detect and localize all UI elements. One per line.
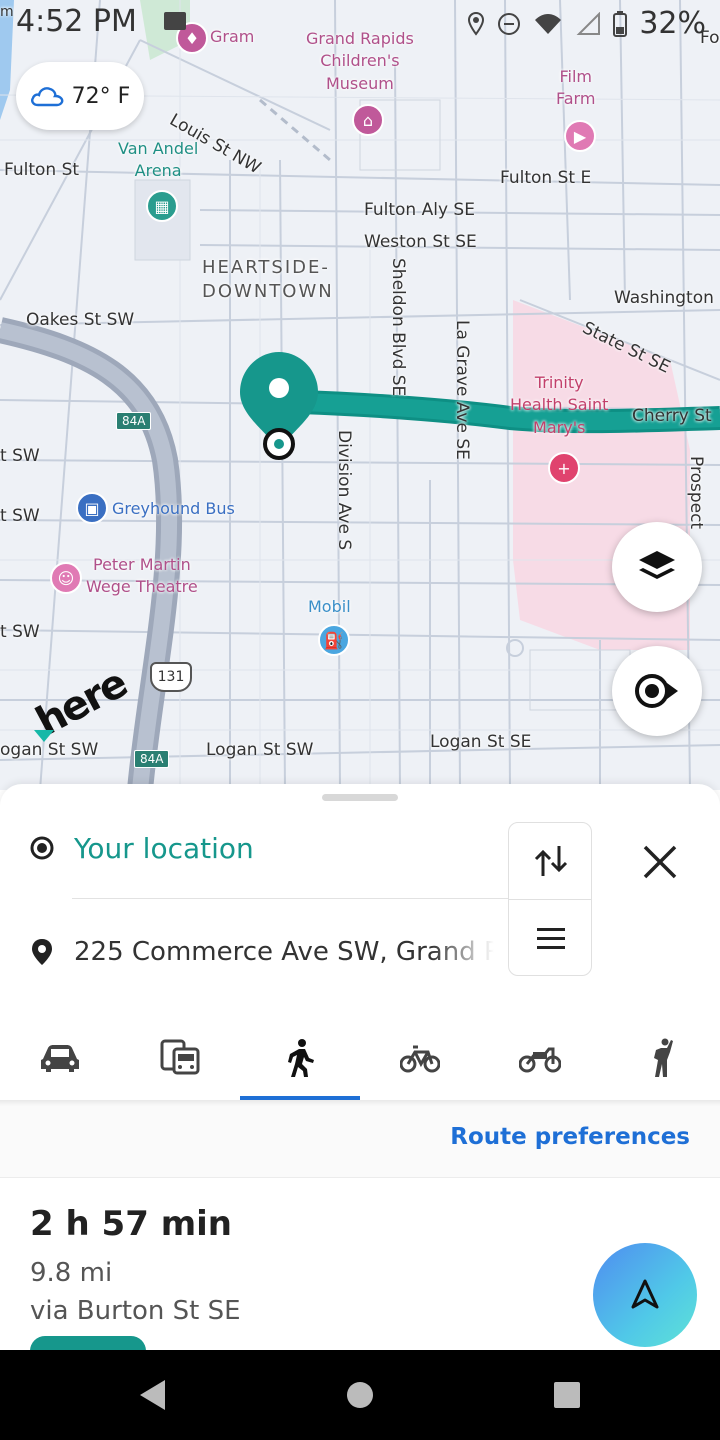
sheet-drag-handle[interactable] [322,794,398,801]
destination-input[interactable]: 225 Commerce Ave SW, Grand Rapids [74,937,494,967]
arena-pin-icon[interactable]: ▦ [146,190,178,222]
location-icon [468,11,485,36]
layers-icon [639,551,675,579]
car-icon [41,1045,79,1072]
reorder-button[interactable] [509,900,593,976]
walk-icon [288,1039,314,1077]
mode-scooter[interactable] [480,1016,600,1100]
street-label: Sheldon Blvd SE [388,258,408,397]
street-label: Cherry St [632,406,712,426]
route-duration: 2 h 57 min [30,1204,232,1244]
system-nav-bar [0,1350,720,1440]
street-label: Division Ave S [334,430,354,551]
status-time: 4:52 PM [16,4,137,39]
temperature: 72° F [71,83,131,109]
recents-button[interactable] [546,1374,588,1416]
dnd-icon [498,12,521,35]
mode-other[interactable] [600,1016,720,1100]
street-label: t SW [0,506,40,526]
origin-input[interactable]: Your location [74,832,254,865]
poi-label-van-andel: Van Andel Arena [118,139,199,181]
map-view[interactable]: 4:52 PM 32% 72° F m Fo Louis St NW Fulto… [0,0,720,790]
poi-label-trinity: Trinity Health Saint Mary's [510,373,609,437]
layers-button[interactable] [612,522,702,612]
route-preferences-link[interactable]: Route preferences [450,1124,690,1150]
route-distance: 9.8 mi [30,1258,113,1288]
battery-percent: 32% [639,6,706,41]
bicycle-icon [400,1045,440,1073]
navigation-arrow-icon [631,1279,659,1309]
mode-car[interactable] [0,1016,120,1100]
locate-icon [635,674,678,708]
close-icon [643,845,677,879]
back-icon [140,1380,165,1410]
recenter-button[interactable] [612,646,702,736]
poi-label-mobil: Mobil [308,597,351,616]
origin-icon [30,836,54,860]
recents-icon [554,1382,580,1408]
status-icons: 32% [467,6,706,41]
street-label: Weston St SE [364,232,477,252]
back-button[interactable] [132,1374,174,1416]
signal-icon [576,11,601,35]
us-route-shield: 131 [150,662,192,692]
street-label: Logan St SW [206,740,314,760]
swap-button[interactable] [509,823,593,899]
highway-shield: 84A [116,412,152,430]
street-label: Prospect [686,456,706,530]
status-bar: 4:52 PM 32% [0,0,720,48]
close-button[interactable] [636,838,684,886]
home-button[interactable] [339,1374,381,1416]
bus-pin-icon[interactable]: ▣ [76,492,108,524]
field-divider [72,898,508,899]
street-label: Fulton Aly SE [364,200,475,220]
route-badge [30,1336,146,1350]
poi-label-peter-martin: Peter Martin Wege Theatre [86,555,198,597]
street-label: Washington [614,288,714,308]
cloud-icon [30,87,64,107]
transit-icon [160,1039,200,1075]
district-label: HEARTSIDE- DOWNTOWN [202,257,334,303]
hospital-pin-icon[interactable]: + [548,452,580,484]
wifi-icon [535,13,562,34]
mode-walk[interactable] [240,1016,360,1100]
home-icon [347,1382,373,1408]
destination-row[interactable]: 225 Commerce Ave SW, Grand Rapids [30,932,494,972]
street-label: Oakes St SW [26,310,135,330]
origin-row[interactable]: Your location [30,828,254,868]
mode-bicycle[interactable] [360,1016,480,1100]
museum-pin-icon[interactable]: ⌂ [352,104,384,136]
street-label: La Grave Ave SE [452,320,472,460]
highway-shield: 84A [134,750,170,768]
destination-icon [32,939,52,965]
motorcycle-icon [519,1047,561,1073]
transport-mode-tabs [0,1016,720,1100]
poi-label-film-farm: Film Farm [556,67,596,109]
waypoint-controls [508,822,592,976]
here-logo-mark [34,730,54,742]
mode-transit[interactable] [120,1016,240,1100]
poi-label-greyhound: Greyhound Bus [112,499,235,518]
street-label: t SW [0,622,40,642]
battery-icon [613,10,628,37]
route-via: via Burton St SE [30,1296,241,1326]
theatre-pin-icon[interactable]: ☺ [50,562,82,594]
street-label: Fulton St [4,160,80,180]
film-pin-icon[interactable]: ▶ [564,120,596,152]
person-icon [654,1038,673,1077]
street-label: t SW [0,446,40,466]
street-label: Logan St SE [430,732,532,752]
image-icon [164,12,186,30]
swap-icon [534,846,568,876]
start-navigation-button[interactable] [593,1243,697,1347]
menu-icon [537,928,565,949]
weather-chip[interactable]: 72° F [16,62,144,130]
street-label: Fulton St E [500,168,592,188]
fuel-pin-icon[interactable]: ⛽ [318,624,350,656]
